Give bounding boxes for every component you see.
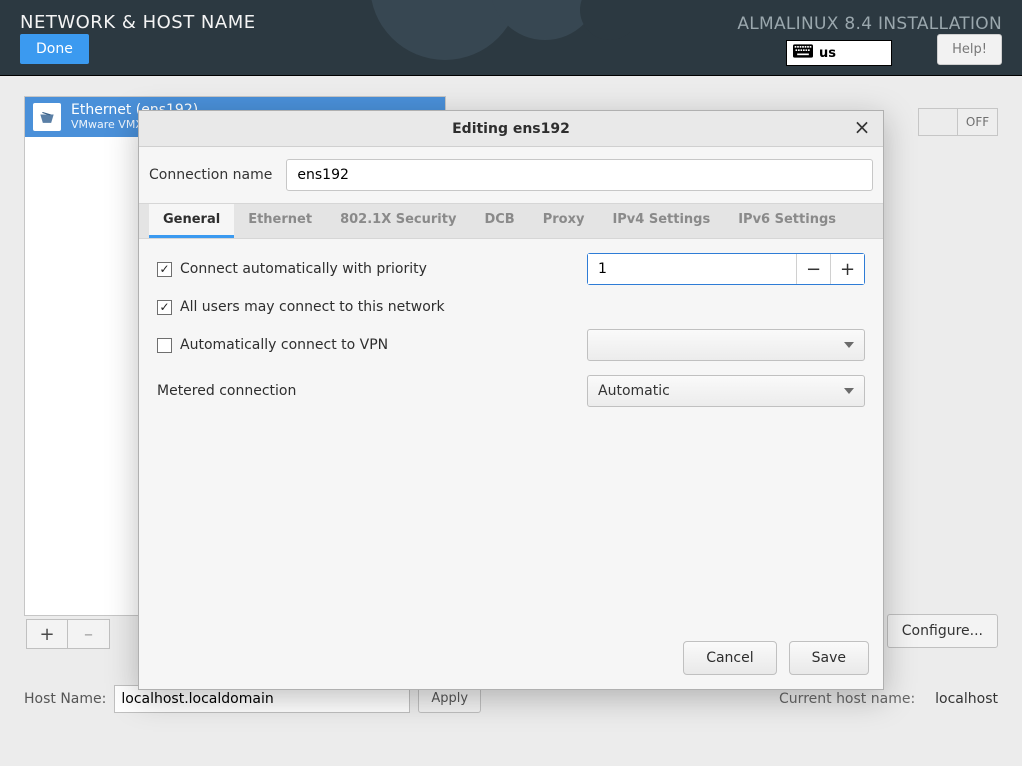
- metered-select-value: Automatic: [598, 383, 670, 399]
- install-title: ALMALINUX 8.4 INSTALLATION: [737, 14, 1002, 34]
- all-users-checkbox[interactable]: [157, 300, 172, 315]
- dialog-tabs: General Ethernet 802.1X Security DCB Pro…: [139, 203, 883, 239]
- connection-name-label: Connection name: [149, 167, 272, 183]
- keyboard-layout-indicator[interactable]: us: [786, 40, 892, 66]
- priority-decrement-button[interactable]: −: [796, 254, 830, 284]
- save-button[interactable]: Save: [789, 641, 869, 675]
- current-hostname-label: Current host name:: [779, 691, 915, 707]
- installer-header: NETWORK & HOST NAME Done ALMALINUX 8.4 I…: [0, 0, 1022, 76]
- current-hostname-value: localhost: [935, 691, 998, 707]
- done-button[interactable]: Done: [20, 34, 89, 64]
- help-button[interactable]: Help!: [937, 34, 1002, 65]
- priority-spinner: − +: [587, 253, 865, 285]
- connection-name-input[interactable]: [286, 159, 873, 191]
- tab-proxy[interactable]: Proxy: [529, 204, 599, 238]
- brand-swirl: [370, 0, 630, 76]
- toggle-knob: [919, 109, 958, 135]
- chevron-down-icon: [844, 388, 854, 394]
- vpn-select[interactable]: [587, 329, 865, 361]
- tab-dcb[interactable]: DCB: [470, 204, 528, 238]
- metered-select[interactable]: Automatic: [587, 375, 865, 407]
- auto-vpn-checkbox[interactable]: [157, 338, 172, 353]
- tab-ipv4[interactable]: IPv4 Settings: [598, 204, 724, 238]
- keyboard-icon: [793, 44, 813, 62]
- priority-increment-button[interactable]: +: [830, 254, 864, 284]
- tab-ipv6[interactable]: IPv6 Settings: [724, 204, 850, 238]
- priority-input[interactable]: [588, 254, 796, 284]
- dialog-title: Editing ens192: [452, 121, 570, 137]
- dialog-actions: Cancel Save: [139, 631, 883, 689]
- add-device-button[interactable]: +: [26, 619, 68, 649]
- tab-8021x[interactable]: 802.1X Security: [326, 204, 470, 238]
- tab-general[interactable]: General: [149, 204, 234, 238]
- hostname-label: Host Name:: [24, 691, 106, 707]
- configure-button[interactable]: Configure...: [887, 614, 998, 648]
- remove-device-button[interactable]: –: [68, 619, 110, 649]
- metered-label: Metered connection: [157, 383, 296, 399]
- all-users-label: All users may connect to this network: [180, 299, 445, 315]
- edit-connection-dialog: Editing ens192 × Connection name General…: [138, 110, 884, 690]
- toggle-label: OFF: [958, 109, 997, 135]
- chevron-down-icon: [844, 342, 854, 348]
- page-title: NETWORK & HOST NAME: [20, 12, 256, 33]
- keyboard-layout-text: us: [819, 46, 836, 61]
- connect-auto-label: Connect automatically with priority: [180, 261, 427, 277]
- tab-general-pane: Connect automatically with priority − + …: [139, 239, 883, 631]
- connect-auto-checkbox[interactable]: [157, 262, 172, 277]
- add-remove-group: + –: [26, 619, 110, 649]
- ethernet-icon: [33, 103, 61, 131]
- tab-ethernet[interactable]: Ethernet: [234, 204, 326, 238]
- auto-vpn-label: Automatically connect to VPN: [180, 337, 388, 353]
- dialog-close-button[interactable]: ×: [851, 117, 873, 139]
- connection-toggle[interactable]: OFF: [918, 108, 998, 136]
- cancel-button[interactable]: Cancel: [683, 641, 776, 675]
- dialog-titlebar: Editing ens192 ×: [139, 111, 883, 147]
